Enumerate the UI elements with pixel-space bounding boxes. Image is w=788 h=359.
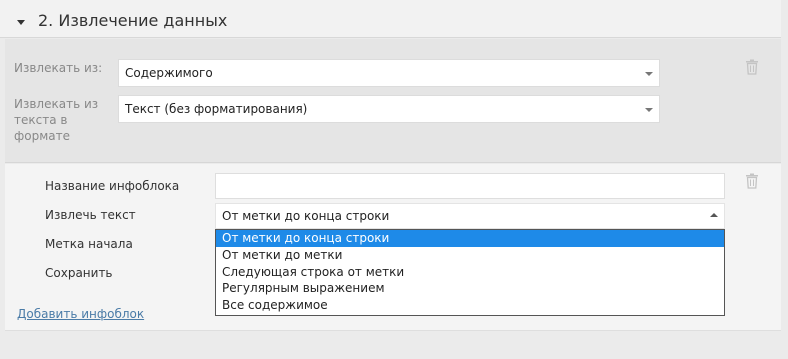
extract-from-value: Содержимого <box>125 66 213 80</box>
dropdown-option[interactable]: Все содержимое <box>216 297 724 314</box>
dropdown-option[interactable]: Регулярным выражением <box>216 280 724 297</box>
infoblock-name-input[interactable] <box>215 173 725 199</box>
extract-from-select[interactable]: Содержимого <box>118 59 660 87</box>
dropdown-option[interactable]: Следующая строка от метки <box>216 264 724 281</box>
start-mark-label: Метка начала <box>45 237 133 251</box>
extract-text-label: Извлечь текст <box>45 208 136 222</box>
extract-from-label: Извлекать из: <box>14 61 103 75</box>
dropdown-option[interactable]: От метки до конца строки <box>216 230 724 247</box>
add-infoblock-link[interactable]: Добавить инфоблок <box>17 307 144 321</box>
format-value: Текст (без форматирования) <box>125 102 308 116</box>
chevron-up-icon <box>710 213 718 217</box>
extract-text-select[interactable]: От метки до конца строки <box>215 203 725 229</box>
trash-icon[interactable] <box>745 59 759 75</box>
format-select[interactable]: Текст (без форматирования) <box>118 95 660 123</box>
chevron-down-icon <box>645 108 653 112</box>
section-title: 2. Извлечение данных <box>38 11 228 30</box>
format-label: Извлекать из текста в формате <box>14 97 99 143</box>
section-header[interactable]: 2. Извлечение данных <box>0 0 781 38</box>
extract-text-value: От метки до конца строки <box>222 209 390 223</box>
trash-icon[interactable] <box>745 173 759 189</box>
chevron-down-icon <box>645 72 653 76</box>
infoblock-name-label: Название инфоблока <box>45 179 180 193</box>
save-label: Сохранить <box>45 266 113 280</box>
extract-text-dropdown[interactable]: От метки до конца строки От метки до мет… <box>215 229 725 316</box>
dropdown-option[interactable]: От метки до метки <box>216 247 724 264</box>
caret-down-icon[interactable] <box>17 20 25 25</box>
